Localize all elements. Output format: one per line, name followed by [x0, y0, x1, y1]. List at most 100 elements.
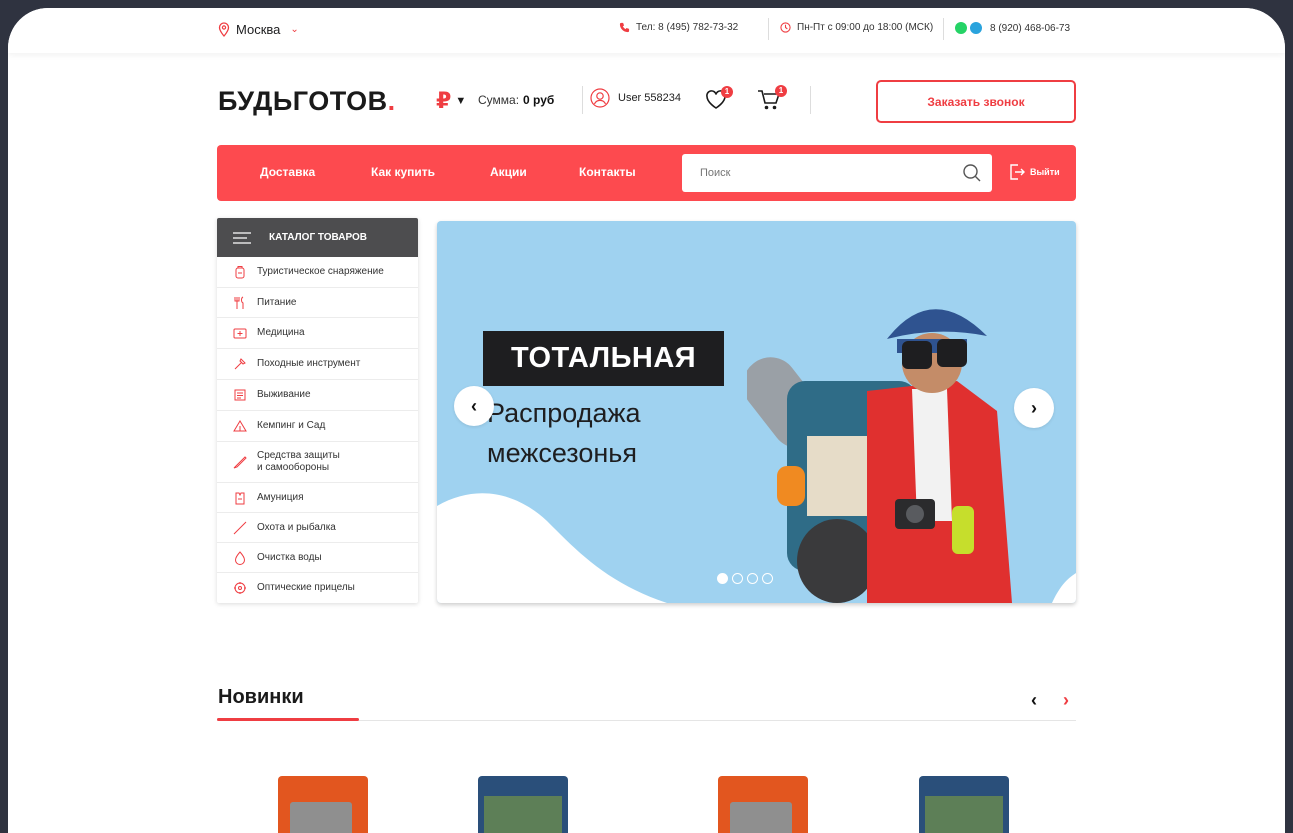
section-next-button[interactable]: ›	[1063, 690, 1069, 711]
banner-title: ТОТАЛЬНАЯ	[483, 331, 725, 386]
survival-icon	[234, 389, 246, 401]
catalog-item-medicine[interactable]: Медицина	[217, 318, 418, 349]
catalog-item-label: Медицина	[257, 327, 305, 338]
user-name: User 558234	[618, 92, 681, 104]
logout-button[interactable]: Выйти	[1008, 163, 1060, 181]
catalog-item-label-line1: Средства защиты	[257, 450, 340, 461]
catalog-item-hunting-fishing[interactable]: Охота и рыбалка	[217, 513, 418, 543]
divider	[943, 18, 944, 40]
catalog-item-label: Оптические прицелы	[257, 582, 355, 593]
divider	[582, 86, 583, 114]
catalog-item-ammunition[interactable]: Амуниция	[217, 483, 418, 513]
cart-button[interactable]: 1	[757, 85, 787, 116]
catalog-item-label: Туристическое снаряжение	[257, 266, 384, 277]
hamburger-icon	[233, 231, 251, 244]
browser-viewport: Москва ⌄ Тел: 8 (495) 782-73-32 Пн-Пт с …	[8, 8, 1285, 833]
nav-item-how-to-buy[interactable]: Как купить	[371, 165, 435, 179]
catalog-header[interactable]: КАТАЛОГ ТОВАРОВ	[217, 218, 418, 257]
tent-icon	[233, 420, 247, 432]
logo-dot: .	[387, 86, 396, 116]
phone-number: Тел: 8 (495) 782-73-32	[636, 22, 739, 33]
user-icon	[590, 88, 610, 108]
catalog-item-label: Походные инструмент	[257, 358, 361, 369]
product-image-mountain-house	[925, 796, 1003, 833]
backpack-icon	[235, 266, 245, 279]
chevron-left-icon: ‹	[1031, 690, 1037, 710]
catalog-item-label: Выживание	[257, 389, 311, 400]
city-name: Москва	[236, 22, 281, 37]
slider-dot[interactable]	[732, 573, 743, 584]
catalog-item-camping[interactable]: Кемпинг и Сад	[217, 411, 418, 442]
city-selector[interactable]: Москва ⌄	[218, 22, 299, 37]
chevron-right-icon: ›	[1063, 690, 1069, 710]
cart-count-badge: 1	[775, 85, 787, 97]
order-callback-button[interactable]: Заказать звонок	[876, 80, 1076, 123]
top-bar: Москва ⌄ Тел: 8 (495) 782-73-32 Пн-Пт с …	[8, 8, 1285, 53]
promo-banner[interactable]: ТОТАЛЬНАЯ Распродажа межсезонья ‹ ›	[437, 221, 1076, 603]
catalog-menu: КАТАЛОГ ТОВАРОВ Туристическое снаряжение…	[217, 218, 418, 603]
nav-item-delivery[interactable]: Доставка	[260, 165, 315, 179]
catalog-title: КАТАЛОГ ТОВАРОВ	[269, 232, 368, 243]
device-frame: Москва ⌄ Тел: 8 (495) 782-73-32 Пн-Пт с …	[0, 0, 1293, 833]
product-image-mountain-house[interactable]	[919, 776, 1009, 833]
product-image-sol[interactable]	[718, 776, 808, 833]
logo-text: БУДЬГОТОВ	[218, 86, 388, 116]
slider-dot[interactable]	[762, 573, 773, 584]
catalog-item-optical-scopes[interactable]: Оптические прицелы	[217, 573, 418, 603]
favorites-count-badge: 1	[721, 86, 733, 98]
vest-icon	[235, 492, 245, 504]
catalog-item-food[interactable]: Питание	[217, 288, 418, 318]
main-nav: Доставка Как купить Акции Контакты Выйти	[217, 145, 1076, 201]
messenger-contact[interactable]: 8 (920) 468-06-73	[955, 22, 1070, 34]
search-icon[interactable]	[962, 163, 982, 183]
divider	[810, 86, 811, 114]
catalog-item-water-purification[interactable]: Очистка воды	[217, 543, 418, 573]
chevron-left-icon: ‹	[471, 395, 477, 416]
cart-sum: Сумма: 0 руб	[478, 93, 554, 107]
catalog-item-label: Питание	[257, 296, 297, 308]
hours-text: Пн-Пт с 09:00 до 18:00 (МСК)	[797, 22, 934, 33]
product-image-sol	[290, 802, 352, 833]
cutlery-icon	[234, 296, 244, 309]
work-hours: Пн-Пт с 09:00 до 18:00 (МСК)	[780, 22, 933, 33]
nav-item-contacts[interactable]: Контакты	[579, 165, 636, 179]
product-image-mountain-house[interactable]	[478, 776, 568, 833]
catalog-item-label: Амуниция	[257, 491, 304, 503]
site-logo[interactable]: БУДЬГОТОВ.	[218, 86, 396, 117]
catalog-item-label: Кемпинг и Сад	[257, 420, 326, 431]
catalog-item-tools[interactable]: Походные инструмент	[217, 349, 418, 380]
catalog-item-survival[interactable]: Выживание	[217, 380, 418, 411]
catalog-item-tourist-gear[interactable]: Туристическое снаряжение	[217, 257, 418, 288]
messenger-phone: 8 (920) 468-06-73	[990, 22, 1071, 34]
chevron-down-icon: ▼	[455, 95, 467, 107]
product-image-sol	[730, 802, 792, 833]
banner-prev-button[interactable]: ‹	[454, 386, 494, 426]
product-image-mountain-house	[484, 796, 562, 833]
knife-icon	[233, 456, 247, 469]
catalog-item-protection[interactable]: Средства защиты и самообороны	[217, 442, 418, 483]
slider-dot[interactable]	[717, 573, 728, 584]
banner-next-button[interactable]: ›	[1014, 388, 1054, 428]
sum-value: 0 руб	[523, 93, 555, 107]
product-image-sol[interactable]	[278, 776, 368, 833]
slider-dots	[717, 573, 773, 584]
location-pin-icon	[218, 22, 230, 37]
phone-icon	[619, 22, 630, 33]
chevron-down-icon: ⌄	[290, 24, 299, 35]
user-account[interactable]: User 558234	[590, 88, 681, 108]
favorites-button[interactable]: 1	[705, 86, 733, 115]
nav-item-promotions[interactable]: Акции	[490, 165, 527, 179]
slider-dot[interactable]	[747, 573, 758, 584]
phone-contact[interactable]: Тел: 8 (495) 782-73-32	[619, 22, 738, 33]
currency-selector[interactable]: ₽ ▼	[436, 88, 466, 114]
whatsapp-icon	[955, 22, 967, 34]
search-input[interactable]	[700, 167, 962, 179]
logout-icon	[1010, 164, 1025, 180]
section-prev-button[interactable]: ‹	[1031, 690, 1037, 711]
sum-label: Сумма:	[478, 93, 520, 107]
banner-subtitle: Распродажа межсезонья	[487, 398, 641, 468]
catalog-item-label: Очистка воды	[257, 551, 322, 563]
clock-icon	[780, 22, 791, 33]
scope-icon	[234, 582, 246, 594]
first-aid-icon	[233, 328, 247, 339]
